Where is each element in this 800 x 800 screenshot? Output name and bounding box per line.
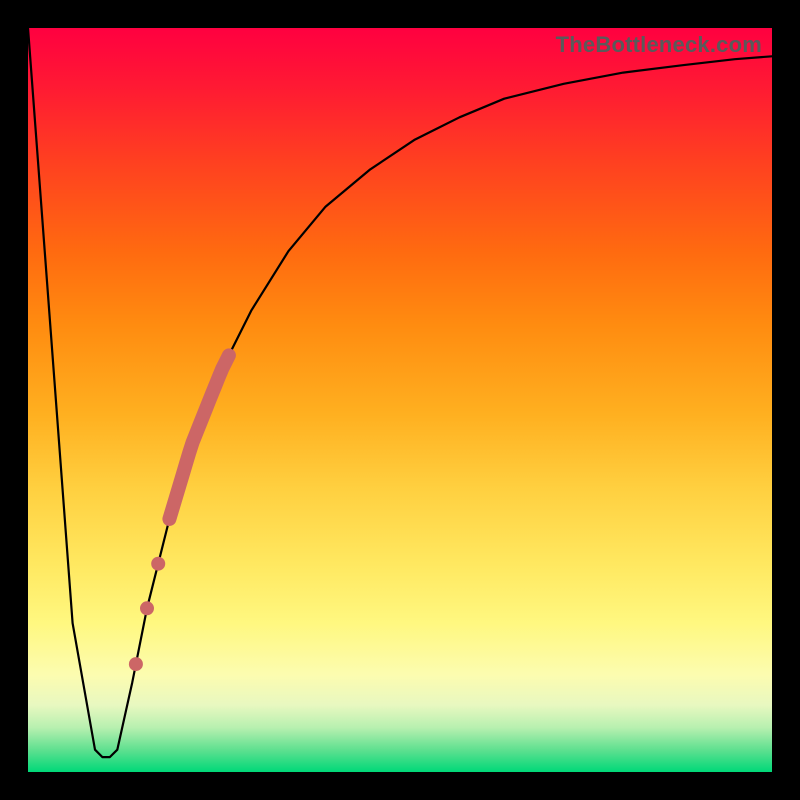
highlight-dot <box>151 557 165 571</box>
chart-frame: TheBottleneck.com <box>0 0 800 800</box>
highlight-dot <box>140 601 154 615</box>
bottleneck-curve <box>28 28 772 757</box>
highlight-band <box>169 355 229 519</box>
highlight-dots <box>129 557 165 671</box>
plot-area: TheBottleneck.com <box>28 28 772 772</box>
chart-svg <box>28 28 772 772</box>
highlight-dot <box>129 657 143 671</box>
